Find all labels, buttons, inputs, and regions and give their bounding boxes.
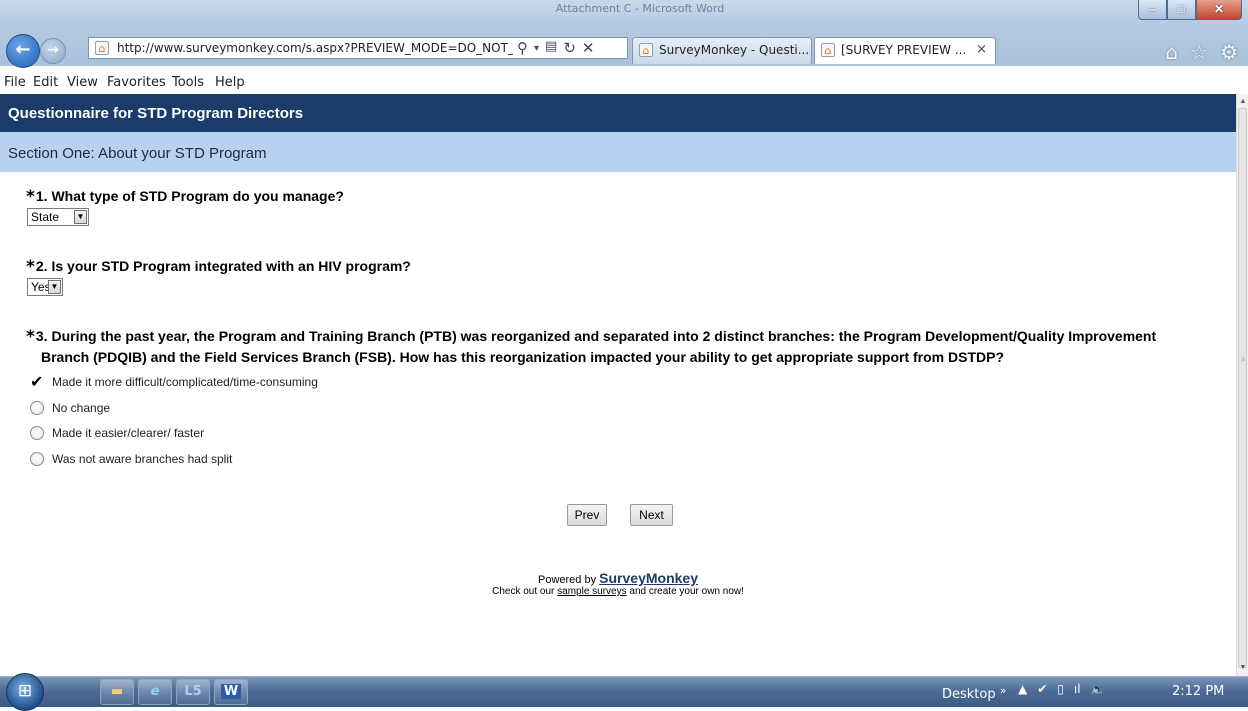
footer-text-prefix: Check out our	[492, 586, 555, 597]
required-asterisk-icon: *	[26, 187, 35, 207]
menu-bar: File Edit View Favorites Tools Help	[0, 72, 1248, 93]
question-text: What type of STD Program do you manage?	[51, 188, 344, 204]
hiv-integration-dropdown[interactable]: Yes ▼	[27, 278, 63, 296]
dropdown-value: State	[31, 210, 60, 224]
minimize-button[interactable]: –	[1138, 0, 1167, 20]
tab-label: SurveyMonkey - Questi...	[659, 43, 810, 57]
sample-surveys-link[interactable]: sample surveys	[557, 586, 626, 597]
window-controls: – □ ✕	[1138, 0, 1242, 20]
taskbar-l5-app[interactable]: L5	[176, 679, 210, 705]
device-icon[interactable]: ▯	[1057, 682, 1064, 696]
question-number: 2.	[35, 258, 48, 274]
tab-surveymonkey-questionnaire[interactable]: ⌂ SurveyMonkey - Questi...	[632, 37, 812, 64]
taskbar-clock[interactable]: 2:12 PM	[1172, 684, 1224, 699]
dropdown-arrow-icon[interactable]: ▼	[48, 280, 61, 294]
word-icon: W	[220, 684, 242, 699]
favorites-star-icon[interactable]: ☆	[1190, 40, 1208, 64]
menu-edit[interactable]: Edit	[33, 75, 58, 90]
taskbar-internet-explorer[interactable]: e	[138, 679, 172, 705]
program-type-dropdown[interactable]: State ▼	[27, 208, 89, 226]
forward-button[interactable]: →	[40, 38, 66, 64]
scroll-down-arrow-icon[interactable]: ▼	[1238, 662, 1248, 674]
option-label: Made it easier/clearer/ faster	[52, 426, 205, 440]
question-1: *1. What type of STD Program do you mana…	[26, 186, 344, 207]
surveymonkey-favicon-icon: ⌂	[95, 41, 109, 55]
option-label: Made it more difficult/complicated/time-…	[52, 375, 318, 389]
question-text-line2: Branch (PDQIB) and the Field Services Br…	[41, 349, 1005, 365]
powered-by-text: Powered by	[538, 574, 597, 586]
toolbar-icons: ⌂ ☆ ⚙	[1165, 40, 1238, 64]
forward-arrow-icon: →	[47, 42, 59, 58]
desktop-label: Desktop	[942, 687, 996, 702]
stop-icon[interactable]: ✕	[582, 39, 595, 59]
folder-icon: ▬	[110, 684, 124, 699]
question-number: 3.	[35, 328, 48, 344]
scrollbar-thumb[interactable]: ≡	[1238, 108, 1247, 668]
surveymonkey-favicon-icon: ⌂	[821, 43, 835, 57]
tab-close-icon[interactable]: ×	[976, 42, 987, 57]
taskbar-explorer[interactable]: ▬	[100, 679, 134, 705]
menu-view[interactable]: View	[67, 75, 98, 90]
address-actions: ⚲ ▾ ▤ ↻ ✕	[517, 39, 594, 59]
browser-titlebar: Attachment C - Microsoft Word – □ ✕ ← → …	[0, 0, 1248, 68]
checkmark-icon[interactable]: ✔	[30, 372, 43, 391]
menu-favorites[interactable]: Favorites	[107, 75, 166, 90]
taskbar-word[interactable]: W	[214, 679, 248, 705]
section-title: Section One: About your STD Program	[0, 132, 1236, 172]
maximize-button[interactable]: □	[1167, 0, 1196, 20]
address-url[interactable]: http://www.surveymonkey.com/s.aspx?PREVI…	[117, 41, 513, 55]
close-button[interactable]: ✕	[1196, 0, 1242, 20]
surveymonkey-favicon-icon: ⌂	[639, 43, 653, 57]
address-bar[interactable]: ⌂ http://www.surveymonkey.com/s.aspx?PRE…	[88, 37, 628, 59]
vertical-scrollbar[interactable]: ▲ ≡ ▼	[1236, 94, 1248, 676]
question-number: 1.	[35, 188, 48, 204]
option-label: No change	[52, 401, 111, 415]
home-icon[interactable]: ⌂	[1165, 40, 1178, 64]
question-2: *2. Is your STD Program integrated with …	[26, 256, 411, 277]
scroll-up-arrow-icon[interactable]: ▲	[1238, 96, 1248, 108]
tab-survey-preview[interactable]: ⌂ [SURVEY PREVIEW ... ×	[814, 37, 996, 64]
tab-label: [SURVEY PREVIEW ...	[841, 43, 967, 57]
radio-button[interactable]	[30, 426, 44, 440]
surveymonkey-link[interactable]: SurveyMonkey	[599, 570, 698, 586]
dropdown-arrow-icon[interactable]: ▼	[74, 210, 87, 224]
l5-icon: L5	[184, 684, 202, 699]
powered-by-footer: Powered by SurveyMonkey Check out our sa…	[0, 570, 1236, 597]
question-text: Is your STD Program integrated with an H…	[51, 258, 411, 274]
taskbar: ⊞ ▬ e L5 W Desktop » ▲ ✔ ▯ ıl 🔈 2:12 PM	[0, 673, 1248, 711]
menu-help[interactable]: Help	[215, 75, 245, 90]
footer-text-suffix: and create your own now!	[629, 586, 744, 597]
prev-button[interactable]: Prev	[567, 504, 607, 526]
next-button[interactable]: Next	[630, 504, 673, 526]
internet-explorer-icon: e	[150, 684, 160, 699]
required-asterisk-icon: *	[26, 257, 35, 277]
network-status-icon[interactable]: ✔	[1037, 682, 1047, 696]
system-tray: ▲ ✔ ▯ ıl 🔈	[1018, 682, 1106, 696]
menu-tools[interactable]: Tools	[172, 75, 204, 90]
dropdown-arrow-icon[interactable]: ▾	[534, 39, 539, 59]
menu-file[interactable]: File	[4, 75, 26, 90]
question-3: *3. During the past year, the Program an…	[26, 326, 1216, 367]
signal-strength-icon[interactable]: ıl	[1074, 682, 1081, 696]
start-button[interactable]: ⊞	[6, 673, 44, 711]
compatibility-view-icon[interactable]: ▤	[545, 39, 557, 59]
desktop-toolbar[interactable]: Desktop »	[942, 684, 1007, 702]
survey-title: Questionnaire for STD Program Directors	[0, 94, 1236, 132]
back-button[interactable]: ←	[6, 34, 40, 68]
search-icon[interactable]: ⚲	[517, 39, 528, 59]
required-asterisk-icon: *	[26, 327, 35, 347]
scroll-grip-icon: ≡	[1241, 357, 1245, 363]
windows-logo-icon: ⊞	[17, 681, 33, 701]
tools-gear-icon[interactable]: ⚙	[1220, 40, 1238, 64]
volume-icon[interactable]: 🔈	[1091, 682, 1106, 696]
question-text-line1: During the past year, the Program and Tr…	[51, 328, 1157, 344]
window-title: Attachment C - Microsoft Word	[555, 2, 725, 15]
show-hidden-icons-arrow-icon[interactable]: ▲	[1018, 682, 1027, 696]
refresh-icon[interactable]: ↻	[563, 39, 576, 59]
back-arrow-icon: ←	[15, 39, 31, 60]
radio-button[interactable]	[30, 401, 44, 415]
option-label: Was not aware branches had split	[52, 452, 233, 466]
expand-chevron-icon[interactable]: »	[1000, 684, 1007, 697]
radio-button[interactable]	[30, 452, 44, 466]
